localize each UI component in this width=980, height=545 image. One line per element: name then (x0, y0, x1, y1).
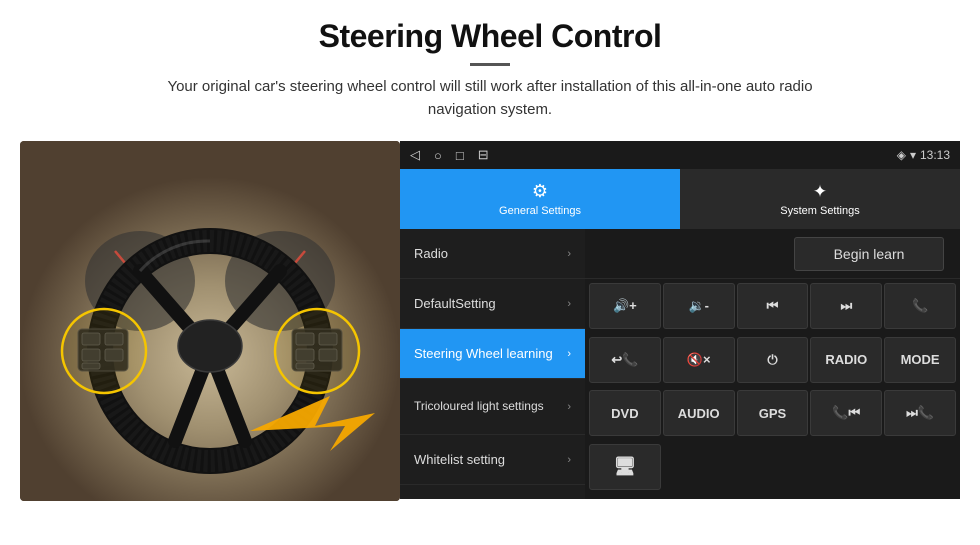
tab-general[interactable]: ⚙ General Settings (400, 169, 680, 229)
phone-return-icon: ↩📞 (611, 352, 638, 368)
status-right: ◈ ▾ 13:13 (897, 148, 950, 162)
content-area: ◁ ○ □ ⊟ ◈ ▾ 13:13 ⚙ General Settings ✦ S… (0, 129, 980, 499)
clock: 13:13 (920, 148, 950, 162)
phone-answer-button[interactable]: 📞 (884, 283, 956, 329)
vol-up-icon: 🔊+ (613, 298, 637, 314)
chevron-icon: › (567, 248, 571, 260)
audio-label: AUDIO (678, 406, 720, 421)
phone-prev-icon: 📞⏮ (832, 405, 860, 421)
menu-whitelist-label: Whitelist setting (414, 452, 505, 467)
menu-radio-label: Radio (414, 246, 448, 261)
next-icon: ⏭ (840, 298, 852, 314)
control-panel: Begin learn 🔊+ 🔉- ⏮ ⏭ (585, 229, 960, 499)
dvd-label: DVD (611, 406, 638, 421)
chevron-icon: › (567, 348, 571, 360)
mode-button[interactable]: MODE (884, 337, 956, 383)
menu-item-whitelist[interactable]: Whitelist setting › (400, 435, 585, 485)
recent-icon[interactable]: □ (456, 148, 464, 163)
settings-menu: Radio › DefaultSetting › Steering Wheel … (400, 229, 585, 499)
vol-down-button[interactable]: 🔉- (663, 283, 735, 329)
menu-item-radio[interactable]: Radio › (400, 229, 585, 279)
steering-wheel-image (20, 141, 400, 501)
skip-phone-button[interactable]: ⏭📞 (884, 390, 956, 436)
phone-icon: 📞 (912, 298, 928, 314)
settings-btn[interactable]: 🖥 (589, 444, 661, 490)
back-icon[interactable]: ◁ (410, 147, 420, 163)
radio-button[interactable]: RADIO (810, 337, 882, 383)
general-settings-icon: ⚙ (532, 181, 548, 202)
status-bar: ◁ ○ □ ⊟ ◈ ▾ 13:13 (400, 141, 960, 169)
phone-return-button[interactable]: ↩📞 (589, 337, 661, 383)
menu-icon[interactable]: ⊟ (478, 147, 489, 163)
mute-icon: 🔇× (687, 352, 711, 368)
mute-button[interactable]: 🔇× (663, 337, 735, 383)
chevron-icon: › (567, 401, 571, 413)
page-description: Your original car's steering wheel contr… (140, 76, 840, 121)
tab-general-label: General Settings (499, 205, 581, 217)
tab-system[interactable]: ✦ System Settings (680, 169, 960, 229)
wifi-icon: ▾ (910, 148, 916, 162)
phone-prev-button[interactable]: 📞⏮ (810, 390, 882, 436)
android-screen: ◁ ○ □ ⊟ ◈ ▾ 13:13 ⚙ General Settings ✦ S… (400, 141, 960, 499)
power-button[interactable]: ⏻ (737, 337, 809, 383)
skip-phone-icon: ⏭📞 (906, 405, 934, 421)
settings-icon: 🖥 (613, 456, 636, 477)
chevron-icon: › (567, 454, 571, 466)
chevron-icon: › (567, 298, 571, 310)
begin-learn-button[interactable]: Begin learn (794, 237, 944, 271)
audio-button[interactable]: AUDIO (663, 390, 735, 436)
dvd-button[interactable]: DVD (589, 390, 661, 436)
nav-icons: ◁ ○ □ ⊟ (410, 147, 489, 163)
page-title: Steering Wheel Control (60, 18, 920, 55)
gps-icon: ◈ (897, 148, 906, 162)
tab-bar: ⚙ General Settings ✦ System Settings (400, 169, 960, 229)
gps-button[interactable]: GPS (737, 390, 809, 436)
control-grid: 🔊+ 🔉- ⏮ ⏭ 📞 ↩📞 (585, 279, 960, 499)
gps-label: GPS (759, 406, 786, 421)
home-icon[interactable]: ○ (434, 148, 442, 163)
next-track-button[interactable]: ⏭ (810, 283, 882, 329)
system-settings-icon: ✦ (813, 182, 827, 202)
prev-icon: ⏮ (767, 298, 779, 314)
vol-down-icon: 🔉- (688, 298, 709, 314)
menu-default-label: DefaultSetting (414, 296, 496, 311)
menu-tricoloured-label: Tricoloured light settings (414, 399, 544, 415)
mode-label: MODE (901, 352, 940, 367)
begin-learn-row: Begin learn (585, 229, 960, 279)
menu-steering-label: Steering Wheel learning (414, 346, 553, 361)
vol-up-button[interactable]: 🔊+ (589, 283, 661, 329)
screen-main: Radio › DefaultSetting › Steering Wheel … (400, 229, 960, 499)
page-header: Steering Wheel Control Your original car… (0, 0, 980, 129)
prev-track-button[interactable]: ⏮ (737, 283, 809, 329)
title-divider (470, 63, 510, 66)
menu-item-tricoloured[interactable]: Tricoloured light settings › (400, 379, 585, 435)
radio-label: RADIO (825, 352, 867, 367)
power-icon: ⏻ (767, 352, 777, 368)
menu-item-steering[interactable]: Steering Wheel learning › (400, 329, 585, 379)
tab-system-label: System Settings (780, 205, 859, 217)
menu-item-default[interactable]: DefaultSetting › (400, 279, 585, 329)
